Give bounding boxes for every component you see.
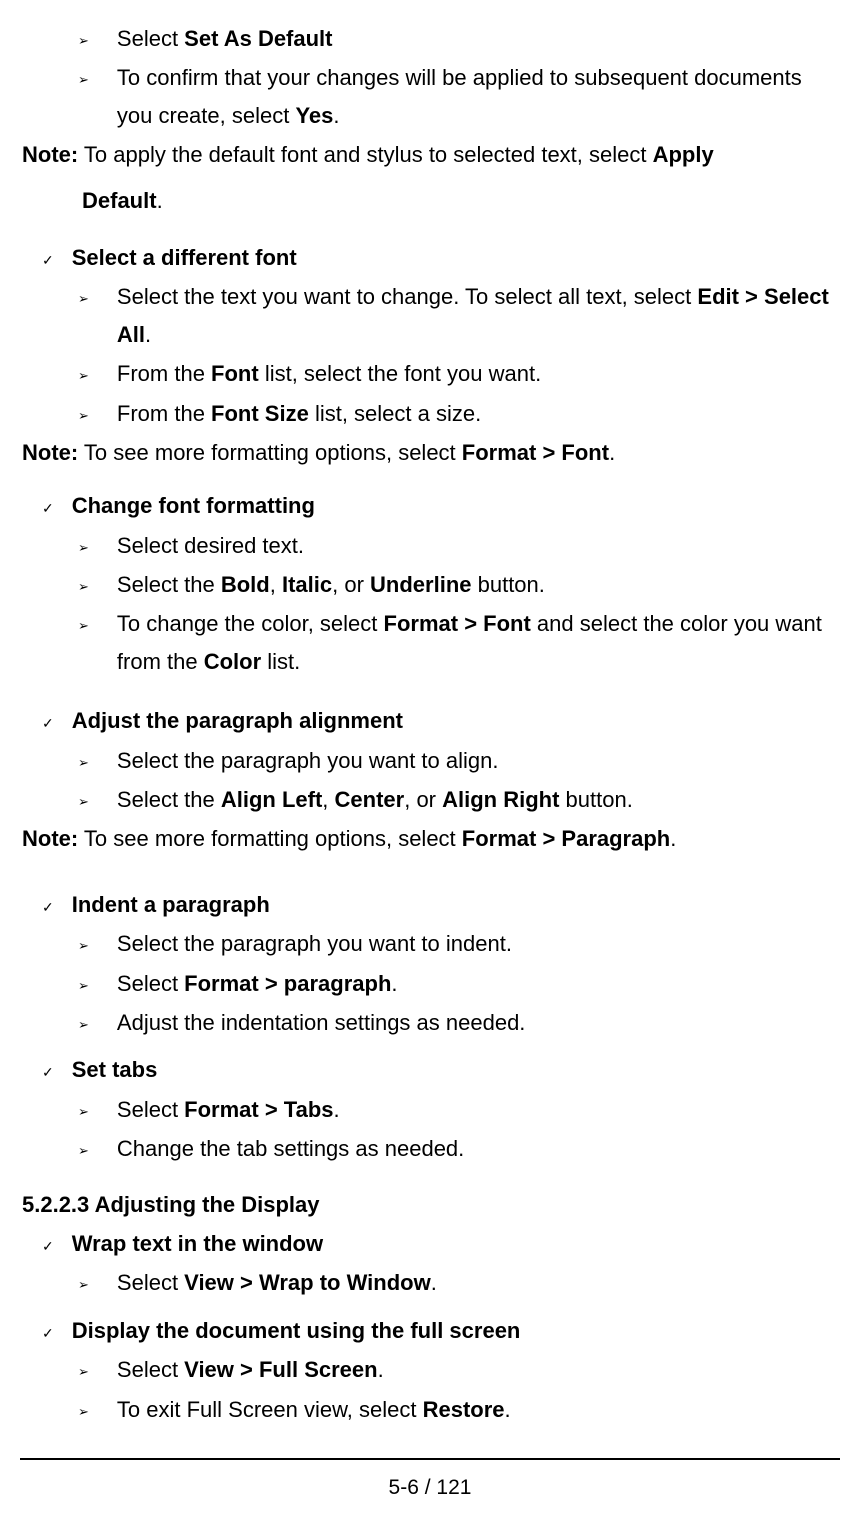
list-item: ➢ Adjust the indentation settings as nee… bbox=[78, 1004, 840, 1041]
list-item: ➢ From the Font Size list, select a size… bbox=[78, 395, 840, 432]
list-text: Adjust the indentation settings as neede… bbox=[117, 1004, 840, 1041]
heading-item: ✓ Wrap text in the window bbox=[42, 1225, 840, 1262]
check-icon: ✓ bbox=[42, 712, 54, 739]
list-item: ➢ To exit Full Screen view, select Resto… bbox=[78, 1391, 840, 1428]
list-text: Select the Align Left, Center, or Align … bbox=[117, 781, 840, 818]
heading-item: ✓ Set tabs bbox=[42, 1051, 840, 1088]
arrow-icon: ➢ bbox=[78, 1014, 89, 1041]
heading-text: Change font formatting bbox=[72, 487, 840, 524]
check-icon: ✓ bbox=[42, 1235, 54, 1262]
arrow-icon: ➢ bbox=[78, 365, 89, 392]
list-item: ➢ Select the text you want to change. To… bbox=[78, 278, 840, 353]
list-item: ➢ Select Format > paragraph. bbox=[78, 965, 840, 1002]
list-item: ➢ Select the paragraph you want to align… bbox=[78, 742, 840, 779]
list-text: Select View > Full Screen. bbox=[117, 1351, 840, 1388]
list-text: Change the tab settings as needed. bbox=[117, 1130, 840, 1167]
heading-text: Set tabs bbox=[72, 1051, 840, 1088]
list-text: Select the paragraph you want to indent. bbox=[117, 925, 840, 962]
list-text: Select the text you want to change. To s… bbox=[117, 278, 840, 353]
list-text: Select desired text. bbox=[117, 527, 840, 564]
heading-item: ✓ Display the document using the full sc… bbox=[42, 1312, 840, 1349]
list-text: Select View > Wrap to Window. bbox=[117, 1264, 840, 1301]
check-icon: ✓ bbox=[42, 249, 54, 276]
arrow-icon: ➢ bbox=[78, 288, 89, 353]
arrow-icon: ➢ bbox=[78, 576, 89, 603]
heading-text: Wrap text in the window bbox=[72, 1225, 840, 1262]
check-icon: ✓ bbox=[42, 896, 54, 923]
heading-item: ✓ Change font formatting bbox=[42, 487, 840, 524]
list-text: From the Font Size list, select a size. bbox=[117, 395, 840, 432]
list-item: ➢ From the Font list, select the font yo… bbox=[78, 355, 840, 392]
list-text: Select the paragraph you want to align. bbox=[117, 742, 840, 779]
heading-item: ✓ Adjust the paragraph alignment bbox=[42, 702, 840, 739]
arrow-icon: ➢ bbox=[78, 791, 89, 818]
list-item: ➢ Select desired text. bbox=[78, 527, 840, 564]
list-text: To change the color, select Format > Fon… bbox=[117, 605, 840, 680]
heading-item: ✓ Indent a paragraph bbox=[42, 886, 840, 923]
heading-text: Indent a paragraph bbox=[72, 886, 840, 923]
note-text: Note: To see more formatting options, se… bbox=[22, 820, 840, 857]
arrow-icon: ➢ bbox=[78, 30, 89, 57]
heading-item: ✓ Select a different font bbox=[42, 239, 840, 276]
list-text: Select the Bold, Italic, or Underline bu… bbox=[117, 566, 840, 603]
list-text: Select Format > Tabs. bbox=[117, 1091, 840, 1128]
list-text: Select Format > paragraph. bbox=[117, 965, 840, 1002]
arrow-icon: ➢ bbox=[78, 935, 89, 962]
arrow-icon: ➢ bbox=[78, 69, 89, 134]
check-icon: ✓ bbox=[42, 1061, 54, 1088]
list-text: To exit Full Screen view, select Restore… bbox=[117, 1391, 840, 1428]
check-icon: ✓ bbox=[42, 1322, 54, 1349]
arrow-icon: ➢ bbox=[78, 537, 89, 564]
list-text: Select Set As Default bbox=[117, 20, 840, 57]
list-item: ➢ Select Set As Default bbox=[78, 20, 840, 57]
list-item: ➢ Select View > Wrap to Window. bbox=[78, 1264, 840, 1301]
arrow-icon: ➢ bbox=[78, 1101, 89, 1128]
list-item: ➢ Change the tab settings as needed. bbox=[78, 1130, 840, 1167]
list-text: To confirm that your changes will be app… bbox=[117, 59, 840, 134]
list-item: ➢ Select the paragraph you want to inden… bbox=[78, 925, 840, 962]
note-text-continue: Default. bbox=[82, 182, 840, 219]
note-text: Note: To see more formatting options, se… bbox=[22, 434, 840, 471]
check-icon: ✓ bbox=[42, 497, 54, 524]
heading-text: Adjust the paragraph alignment bbox=[72, 702, 840, 739]
list-item: ➢ To confirm that your changes will be a… bbox=[78, 59, 840, 134]
arrow-icon: ➢ bbox=[78, 405, 89, 432]
arrow-icon: ➢ bbox=[78, 615, 89, 680]
arrow-icon: ➢ bbox=[78, 1361, 89, 1388]
arrow-icon: ➢ bbox=[78, 1140, 89, 1167]
list-item: ➢ To change the color, select Format > F… bbox=[78, 605, 840, 680]
arrow-icon: ➢ bbox=[78, 1401, 89, 1428]
page-number: 5-6 / 121 bbox=[20, 1470, 840, 1506]
list-item: ➢ Select View > Full Screen. bbox=[78, 1351, 840, 1388]
divider bbox=[20, 1458, 840, 1460]
arrow-icon: ➢ bbox=[78, 1274, 89, 1301]
list-item: ➢ Select Format > Tabs. bbox=[78, 1091, 840, 1128]
heading-text: Select a different font bbox=[72, 239, 840, 276]
list-item: ➢ Select the Align Left, Center, or Alig… bbox=[78, 781, 840, 818]
arrow-icon: ➢ bbox=[78, 752, 89, 779]
arrow-icon: ➢ bbox=[78, 975, 89, 1002]
note-text: Note: To apply the default font and styl… bbox=[22, 136, 840, 173]
heading-text: Display the document using the full scre… bbox=[72, 1312, 840, 1349]
list-text: From the Font list, select the font you … bbox=[117, 355, 840, 392]
list-item: ➢ Select the Bold, Italic, or Underline … bbox=[78, 566, 840, 603]
section-heading: 5.2.2.3 Adjusting the Display bbox=[22, 1186, 840, 1223]
